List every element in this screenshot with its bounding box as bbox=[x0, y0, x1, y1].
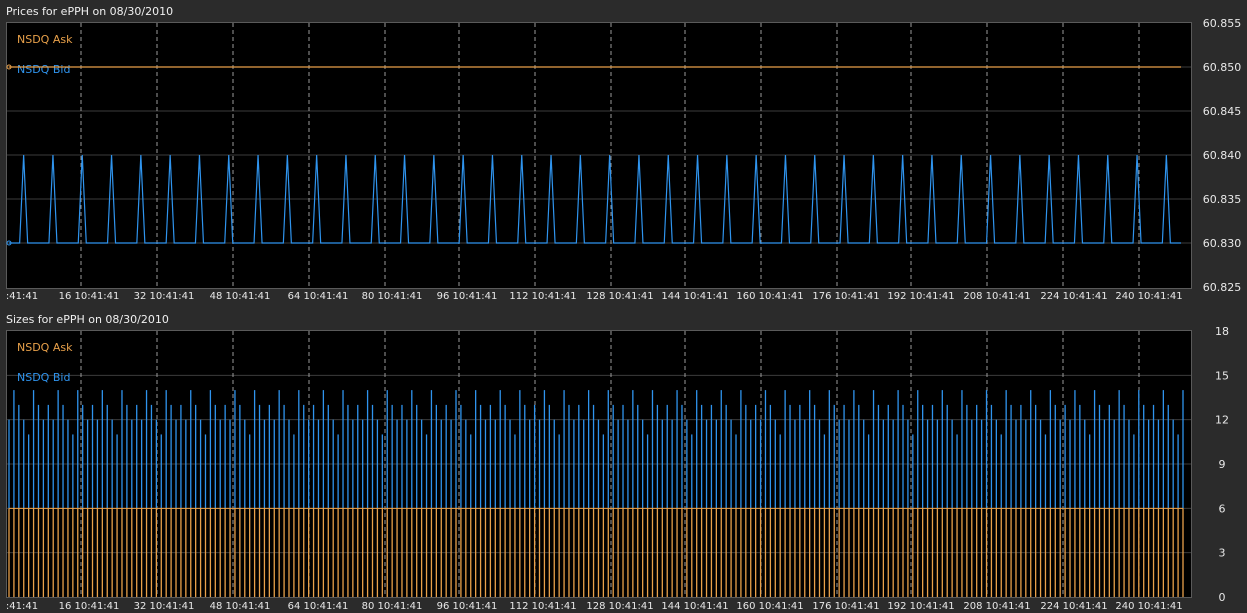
legend-ask: NSDQ Ask bbox=[17, 33, 73, 46]
x-tick-label: 112 10:41:41 bbox=[509, 291, 576, 302]
sizes-panel: Sizes for ePPH on 08/30/2010 18 15 12 9 6 3 0:… bbox=[0, 308, 1247, 613]
x-tick-label: 192 10:41:41 bbox=[887, 291, 954, 302]
x-tick-label: 224 10:41:41 bbox=[1040, 291, 1107, 302]
y-tick-label: 60.835 bbox=[1203, 193, 1242, 206]
x-tick-label: 240 10:41:41 bbox=[1115, 291, 1182, 302]
y-tick-label: 15 bbox=[1215, 369, 1229, 382]
x-tick-label: 128 10:41:41 bbox=[586, 601, 653, 612]
x-tick-label: 160 10:41:41 bbox=[736, 601, 803, 612]
x-tick-label: 192 10:41:41 bbox=[887, 601, 954, 612]
x-tick-label: 96 10:41:41 bbox=[437, 291, 498, 302]
x-tick-label: 144 10:41:41 bbox=[661, 291, 728, 302]
legend-bid: NSDQ Bid bbox=[17, 371, 70, 384]
y-tick-label: 60.850 bbox=[1203, 61, 1242, 74]
prices-chart: 60.855 60.850 60.845 60.840 60.835 60.830 60.8… bbox=[6, 17, 1242, 302]
x-tick-label: :41:41 bbox=[6, 601, 38, 612]
y-tick-label: 60.855 bbox=[1203, 17, 1242, 30]
x-tick-label: 160 10:41:41 bbox=[736, 291, 803, 302]
legend-ask: NSDQ Ask bbox=[17, 341, 73, 354]
sizes-chart: 18 15 12 9 6 3 0 :41:41 16 10:41:41 32 10:41:41 48… bbox=[6, 325, 1229, 612]
x-tick-label: 48 10:41:41 bbox=[210, 291, 271, 302]
x-tick-label: 64 10:41:41 bbox=[288, 291, 349, 302]
x-tick-label: :41:41 bbox=[6, 291, 38, 302]
x-tick-label: 240 10:41:41 bbox=[1115, 601, 1182, 612]
x-tick-label: 32 10:41:41 bbox=[134, 291, 195, 302]
x-tick-label: 80 10:41:41 bbox=[362, 291, 423, 302]
x-tick-label: 16 10:41:41 bbox=[59, 601, 120, 612]
y-tick-label: 9 bbox=[1219, 458, 1226, 471]
x-tick-label: 32 10:41:41 bbox=[134, 601, 195, 612]
y-tick-label: 12 bbox=[1215, 414, 1229, 427]
x-tick-label: 128 10:41:41 bbox=[586, 291, 653, 302]
x-tick-label: 208 10:41:41 bbox=[963, 601, 1030, 612]
x-tick-label: 144 10:41:41 bbox=[661, 601, 728, 612]
prices-panel: Prices for ePPH on 08/30/2010 60.855 60.8… bbox=[0, 0, 1247, 305]
x-tick-label: 208 10:41:41 bbox=[963, 291, 1030, 302]
x-tick-label: 112 10:41:41 bbox=[509, 601, 576, 612]
x-tick-label: 224 10:41:41 bbox=[1040, 601, 1107, 612]
y-tick-label: 18 bbox=[1215, 325, 1229, 338]
y-tick-label: 60.825 bbox=[1203, 281, 1242, 294]
x-tick-label: 64 10:41:41 bbox=[288, 601, 349, 612]
x-tick-label: 80 10:41:41 bbox=[362, 601, 423, 612]
x-tick-label: 176 10:41:41 bbox=[812, 291, 879, 302]
legend-bid: NSDQ Bid bbox=[17, 63, 70, 76]
y-tick-label: 0 bbox=[1219, 591, 1226, 604]
x-tick-label: 96 10:41:41 bbox=[437, 601, 498, 612]
y-tick-label: 60.845 bbox=[1203, 105, 1242, 118]
x-tick-label: 16 10:41:41 bbox=[59, 291, 120, 302]
x-tick-label: 176 10:41:41 bbox=[812, 601, 879, 612]
x-tick-label: 48 10:41:41 bbox=[210, 601, 271, 612]
y-tick-label: 6 bbox=[1219, 502, 1226, 515]
y-tick-label: 60.830 bbox=[1203, 237, 1242, 250]
y-tick-label: 3 bbox=[1219, 547, 1226, 560]
y-tick-label: 60.840 bbox=[1203, 149, 1242, 162]
